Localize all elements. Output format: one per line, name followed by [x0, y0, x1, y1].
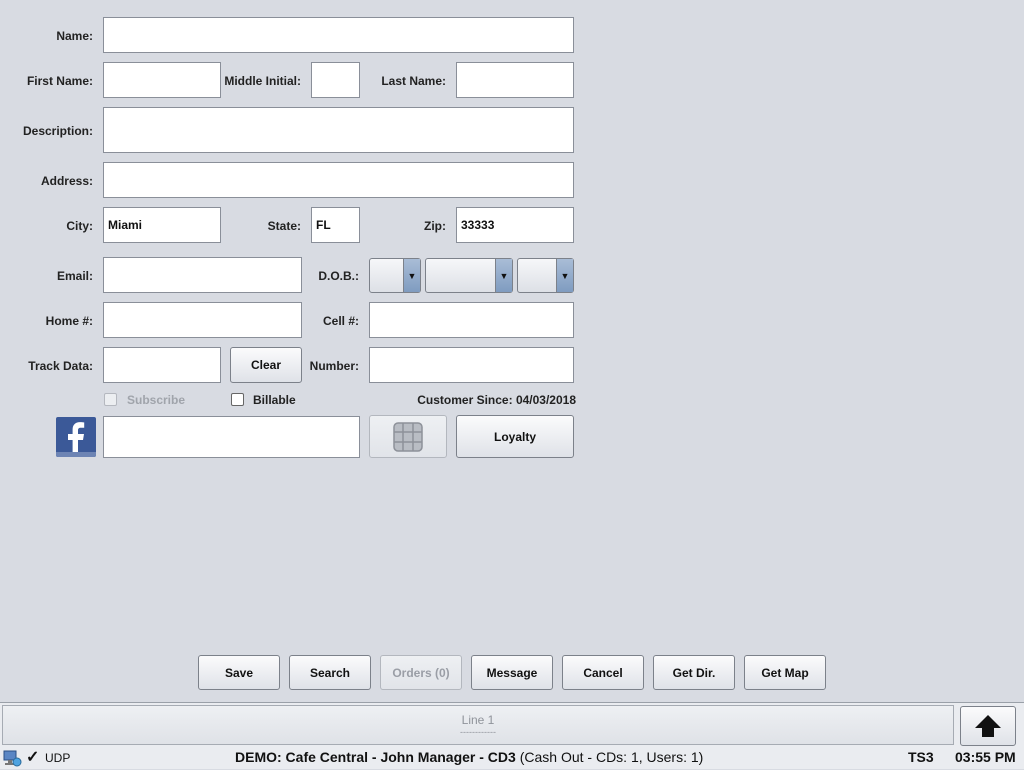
state-label: State:	[267, 219, 301, 233]
session-info-main: DEMO: Cafe Central - John Manager - CD3	[235, 749, 516, 765]
description-input[interactable]	[103, 107, 574, 153]
billable-label: Billable	[253, 393, 296, 407]
home-button[interactable]	[960, 706, 1016, 746]
number-input[interactable]	[369, 347, 574, 383]
name-label: Name:	[56, 29, 93, 43]
facebook-input[interactable]	[103, 416, 360, 458]
line-panel[interactable]: Line 1 ------------	[2, 705, 954, 745]
line-sub-label: ------------	[460, 727, 496, 737]
track-data-label: Track Data:	[28, 359, 93, 373]
chevron-down-icon: ▼	[403, 259, 420, 292]
track-data-input[interactable]	[103, 347, 221, 383]
zip-input[interactable]	[456, 207, 574, 243]
subscribe-checkbox[interactable]	[104, 393, 117, 406]
chevron-down-icon: ▼	[556, 259, 573, 292]
city-input[interactable]	[103, 207, 221, 243]
chip-card-button[interactable]	[369, 415, 447, 458]
dob-year-select[interactable]: ▼	[517, 258, 574, 293]
dob-day-select[interactable]: ▼	[425, 258, 513, 293]
session-info-extra: (Cash Out - CDs: 1, Users: 1)	[519, 749, 704, 765]
name-input[interactable]	[103, 17, 574, 53]
udp-label: UDP	[45, 751, 71, 765]
state-input[interactable]	[311, 207, 360, 243]
last-name-label: Last Name:	[381, 74, 446, 88]
terminal-label: TS3	[908, 749, 934, 765]
first-name-input[interactable]	[103, 62, 221, 98]
clear-button[interactable]: Clear	[230, 347, 302, 383]
clock: 03:55 PM	[955, 749, 1016, 765]
save-button[interactable]: Save	[198, 655, 280, 690]
email-label: Email:	[56, 269, 93, 283]
description-label: Description:	[22, 124, 93, 138]
message-button[interactable]: Message	[471, 655, 553, 690]
loyalty-button[interactable]: Loyalty	[456, 415, 574, 458]
dob-month-select[interactable]: ▼	[369, 258, 421, 293]
number-label: Number:	[309, 359, 359, 373]
orders-button[interactable]: Orders (0)	[380, 655, 462, 690]
last-name-input[interactable]	[456, 62, 574, 98]
address-label: Address:	[40, 174, 93, 188]
cell-phone-input[interactable]	[369, 302, 574, 338]
get-map-button[interactable]: Get Map	[744, 655, 826, 690]
subscribe-label: Subscribe	[127, 393, 186, 407]
checkmark-icon: ✓	[26, 749, 40, 766]
cancel-button[interactable]: Cancel	[562, 655, 644, 690]
cell-phone-label: Cell #:	[322, 314, 359, 328]
home-up-arrow-icon	[975, 715, 1001, 737]
status-bar: Line 1 ------------ ✓ UDP DEMO: Cafe Cen…	[0, 702, 1024, 769]
address-input[interactable]	[103, 162, 574, 198]
search-button[interactable]: Search	[289, 655, 371, 690]
first-name-label: First Name:	[26, 74, 93, 88]
get-directions-button[interactable]: Get Dir.	[653, 655, 735, 690]
chip-card-icon	[393, 421, 423, 452]
chevron-down-icon: ▼	[495, 259, 512, 292]
network-icon	[2, 749, 22, 767]
facebook-icon[interactable]	[56, 417, 96, 457]
city-label: City:	[66, 219, 93, 233]
session-info: DEMO: Cafe Central - John Manager - CD3 …	[235, 749, 703, 765]
email-input[interactable]	[103, 257, 302, 293]
home-phone-input[interactable]	[103, 302, 302, 338]
billable-checkbox[interactable]	[231, 393, 244, 406]
zip-label: Zip:	[424, 219, 446, 233]
customer-since-text: Customer Since: 04/03/2018	[417, 393, 576, 407]
middle-initial-input[interactable]	[311, 62, 360, 98]
dob-label: D.O.B.:	[318, 269, 359, 283]
middle-initial-label: Middle Initial:	[224, 74, 301, 88]
home-phone-label: Home #:	[45, 314, 93, 328]
line-label: Line 1	[461, 713, 495, 727]
